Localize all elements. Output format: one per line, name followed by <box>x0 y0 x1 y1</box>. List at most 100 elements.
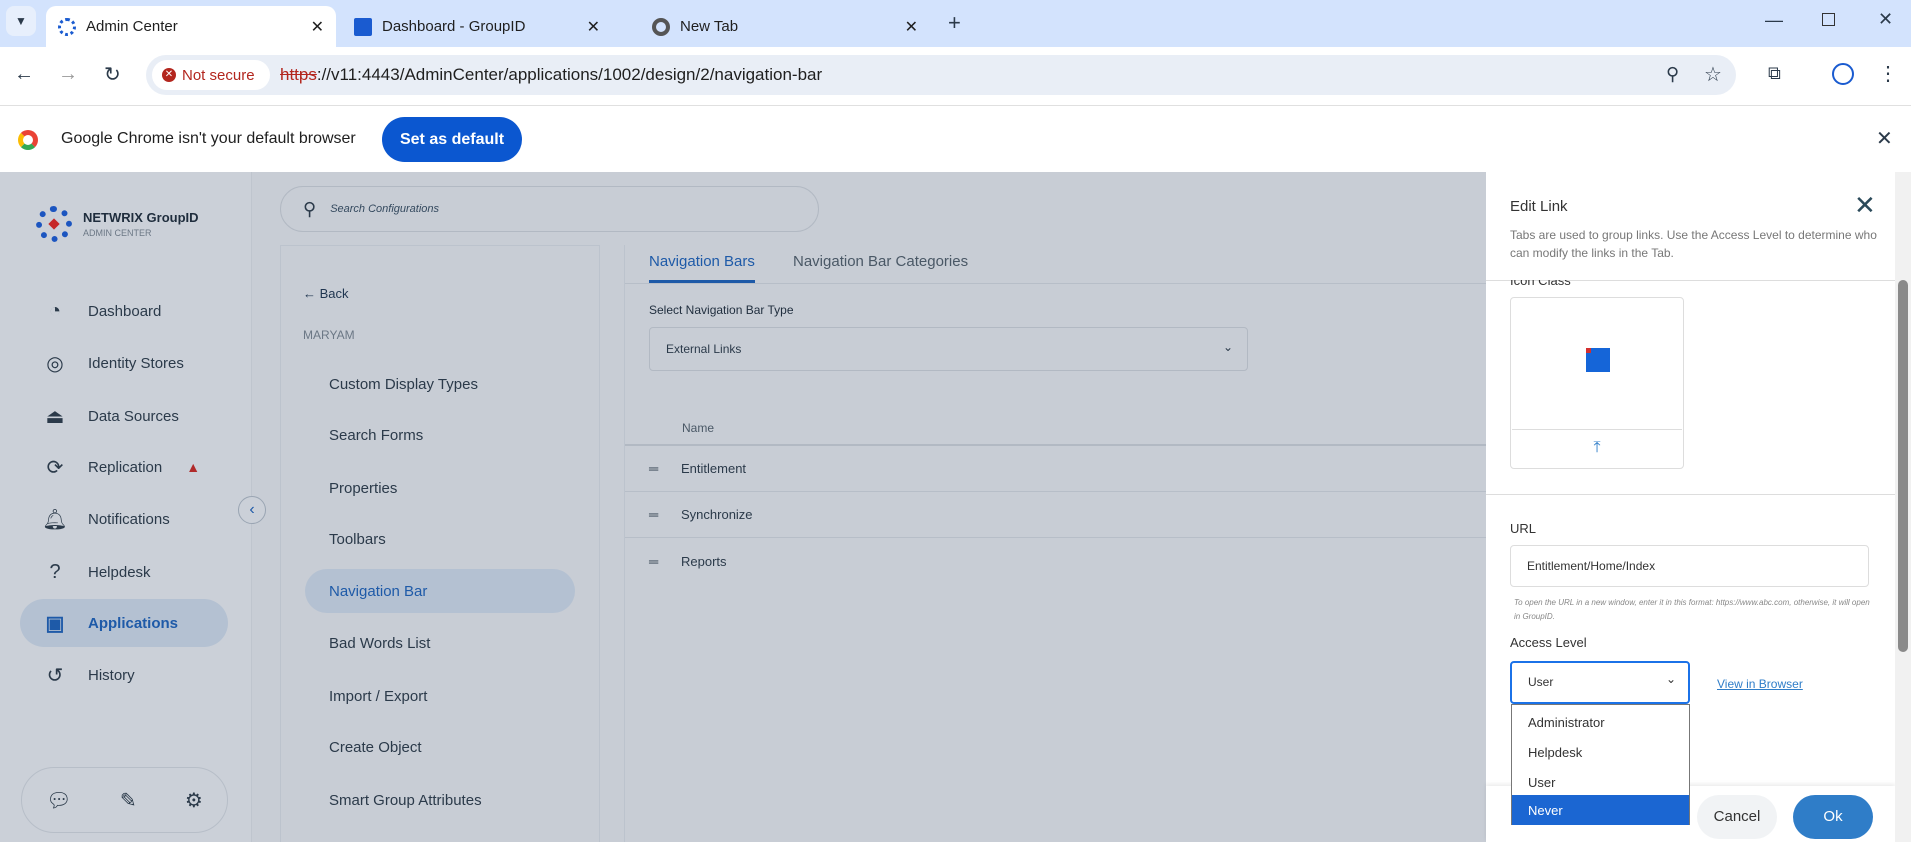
sidebar-item-applications[interactable]: ▣ Applications <box>20 599 228 647</box>
table-row[interactable]: ═ Entitlement <box>625 446 1487 492</box>
chrome-logo-icon <box>18 130 38 150</box>
table-row[interactable]: ═ Synchronize <box>625 492 1487 538</box>
collapse-sidebar-button[interactable]: ‹ <box>238 496 266 524</box>
tab-search-button[interactable]: ▼ <box>6 6 36 36</box>
sidebar-item-dashboard[interactable]: ◔ Dashboard <box>20 287 228 335</box>
sidebar-bottom-bar: 💬︎ ✎ ⚙ <box>21 767 228 833</box>
brand-name: NETWRIX GroupID <box>83 210 199 225</box>
notification-edit-icon[interactable]: ✎ <box>120 788 137 813</box>
zoom-icon[interactable]: ⚲ <box>1666 64 1679 85</box>
close-infobar-icon[interactable]: ✕ <box>1876 126 1893 151</box>
forward-icon[interactable]: → <box>58 63 78 86</box>
drag-handle-icon[interactable]: ═ <box>649 554 665 569</box>
chrome-icon <box>652 17 670 36</box>
subnav-item-search-forms[interactable]: Search Forms <box>305 413 575 457</box>
url-help-text: To open the URL in a new window, enter i… <box>1514 598 1870 621</box>
sidebar-item-history[interactable]: ↺ History <box>20 651 228 699</box>
subnav-item-custom-display-types[interactable]: Custom Display Types <box>305 362 575 406</box>
link-icon-preview <box>1586 348 1610 372</box>
drag-handle-icon[interactable]: ═ <box>649 461 665 476</box>
sidebar-item-helpdesk[interactable]: ? Helpdesk <box>20 548 228 596</box>
access-level-dropdown: Administrator Helpdesk User Never <box>1511 704 1690 825</box>
name-column-header[interactable]: Name <box>682 421 714 435</box>
sidebar-item-replication[interactable]: ⟳ Replication ▲ <box>20 443 228 491</box>
tab-title: Admin Center <box>86 18 178 35</box>
search-bar[interactable]: ⚲ Search Configurations <box>280 186 819 232</box>
menu-icon[interactable]: ⋮ <box>1878 61 1898 86</box>
ok-button[interactable]: Ok <box>1793 795 1873 839</box>
profile-icon[interactable] <box>1832 63 1854 85</box>
subnav-item-properties[interactable]: Properties <box>305 466 575 510</box>
sidebar-item-label: History <box>88 666 135 684</box>
url-input[interactable]: Entitlement/Home/Index <box>1510 545 1869 587</box>
sidebar-item-identity-stores[interactable]: ◎ Identity Stores <box>20 339 228 387</box>
sidebar-item-notifications[interactable]: 🔔︎ Notifications <box>20 495 228 543</box>
access-level-select[interactable]: User ⌄ <box>1510 661 1690 704</box>
omnibox[interactable]: ✕ Not secure https://v11:4443/AdminCenter… <box>146 55 1736 95</box>
minimize-icon[interactable]: — <box>1765 10 1783 31</box>
table-row[interactable]: ═ Reports <box>625 538 1487 584</box>
tab-admin-center[interactable]: Admin Center ✕ <box>46 6 336 47</box>
infobar-text: Google Chrome isn't your default browser <box>61 130 356 147</box>
access-level-label: Access Level <box>1510 635 1587 650</box>
gear-icon[interactable]: ⚙ <box>185 788 203 813</box>
option-administrator[interactable]: Administrator <box>1512 707 1689 737</box>
panel-title: Edit Link <box>1510 198 1568 215</box>
option-user[interactable]: User <box>1512 767 1689 797</box>
row-name: Reports <box>681 553 727 569</box>
navigation-bar-type-select[interactable]: External Links ⌄ <box>649 327 1248 371</box>
not-secure-chip[interactable]: ✕ Not secure <box>152 60 270 90</box>
reload-icon[interactable]: ↻ <box>104 62 121 87</box>
groupid-favicon <box>58 17 76 36</box>
back-icon[interactable]: ← <box>14 63 34 86</box>
option-never[interactable]: Never <box>1512 795 1689 825</box>
warning-icon: ▲ <box>186 459 201 475</box>
tab-navigation-bar-categories[interactable]: Navigation Bar Categories <box>793 253 968 270</box>
tab-title: New Tab <box>680 18 739 35</box>
extensions-icon[interactable]: ⧉ <box>1768 63 1781 84</box>
chevron-down-icon: ⌄ <box>1665 672 1676 686</box>
sidebar-item-label: Replication <box>88 458 163 476</box>
subnav-item-toolbars[interactable]: Toolbars <box>305 517 575 561</box>
subnav-item-bad-words-list[interactable]: Bad Words List <box>305 621 575 665</box>
dashboard-icon: ◔ <box>48 299 62 322</box>
default-browser-infobar: Google Chrome isn't your default browser… <box>0 105 1911 172</box>
chat-icon[interactable]: 💬︎ <box>46 788 71 813</box>
upload-icon-button[interactable]: ⤒ <box>1512 429 1682 467</box>
url-text[interactable]: https://v11:4443/AdminCenter/application… <box>280 65 822 85</box>
tab-strip: ▼ Admin Center ✕ Dashboard - GroupID ✕ New… <box>0 0 1911 47</box>
sidebar-item-label: Helpdesk <box>88 563 151 581</box>
tab-dashboard[interactable]: Dashboard - GroupID ✕ <box>342 6 612 47</box>
edit-link-panel: Edit Link ✕ Tabs are used to group links… <box>1486 172 1895 842</box>
new-tab-icon[interactable]: + <box>948 10 961 36</box>
set-default-button[interactable]: Set as default <box>382 117 522 162</box>
view-in-browser-link[interactable]: View in Browser <box>1717 677 1803 691</box>
panel-scrollbar[interactable] <box>1895 172 1911 842</box>
url-value: Entitlement/Home/Index <box>1527 559 1656 573</box>
bookmark-star-icon[interactable]: ☆ <box>1704 62 1722 87</box>
subnav-item-smart-group-attributes[interactable]: Smart Group Attributes <box>305 778 575 822</box>
row-name: Entitlement <box>681 461 747 476</box>
brand-subtitle: ADMIN CENTER <box>83 228 152 238</box>
scrollbar-thumb[interactable] <box>1898 280 1908 652</box>
sidebar-item-data-sources[interactable]: ⏏ Data Sources <box>20 392 228 440</box>
close-panel-icon[interactable]: ✕ <box>1854 190 1876 221</box>
close-tab-icon[interactable]: ✕ <box>587 17 600 37</box>
maximize-icon[interactable] <box>1822 13 1835 26</box>
drag-handle-icon[interactable]: ═ <box>649 507 665 522</box>
tab-new[interactable]: New Tab ✕ <box>640 6 930 47</box>
cancel-button[interactable]: Cancel <box>1697 795 1777 839</box>
option-helpdesk[interactable]: Helpdesk <box>1512 737 1689 767</box>
subnav-item-import-export[interactable]: Import / Export <box>305 674 575 718</box>
tab-navigation-bars[interactable]: Navigation Bars <box>649 253 755 283</box>
search-placeholder: Search Configurations <box>330 203 440 215</box>
close-tab-icon[interactable]: ✕ <box>905 17 918 37</box>
subnav-item-create-object[interactable]: Create Object <box>305 725 575 769</box>
sidebar-item-label: Notifications <box>88 510 170 528</box>
url-path: ://v11:4443/AdminCenter/applications/100… <box>316 65 823 84</box>
not-secure-label: Not secure <box>182 66 255 84</box>
back-link[interactable]: ← Back <box>303 286 349 301</box>
subnav-item-navigation-bar[interactable]: Navigation Bar <box>305 569 575 613</box>
close-window-icon[interactable]: ✕ <box>1878 9 1893 30</box>
close-tab-icon[interactable]: ✕ <box>311 17 324 37</box>
